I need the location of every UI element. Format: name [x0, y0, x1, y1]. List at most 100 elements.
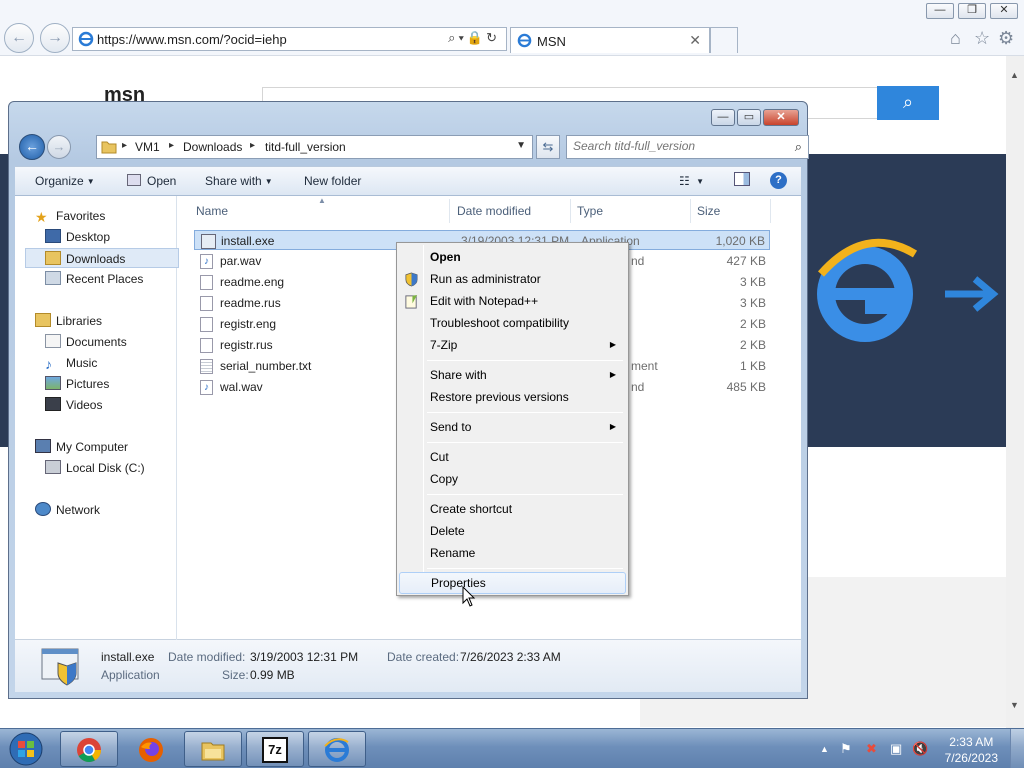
column-separator[interactable]	[770, 199, 771, 223]
menu-item-edit-notepad[interactable]: Edit with Notepad++	[399, 290, 626, 312]
ie-tab-msn[interactable]: MSN ✕	[510, 27, 710, 53]
breadcrumb-separator-icon[interactable]: ▸	[122, 140, 127, 151]
refresh-button[interactable]: ⇆	[536, 135, 560, 159]
view-options-icon[interactable]: ☷ ▼	[679, 174, 704, 188]
menu-item-rename[interactable]: Rename	[399, 542, 626, 564]
action-center-icon[interactable]: ⚑	[840, 741, 852, 757]
ie-new-tab-button[interactable]	[710, 27, 738, 53]
file-name: registr.eng	[220, 317, 277, 331]
msn-banner[interactable]	[805, 154, 1007, 447]
nav-documents[interactable]: Documents	[45, 332, 183, 352]
home-icon[interactable]: ⌂	[950, 28, 961, 49]
explorer-search-box[interactable]: ⌕	[566, 135, 809, 159]
volume-muted-icon[interactable]: 🔇	[912, 741, 928, 757]
explorer-close-button[interactable]: ✕	[763, 109, 799, 126]
share-with-button[interactable]: Share with ▼	[205, 174, 273, 188]
back-button[interactable]: ←	[19, 134, 45, 160]
column-header-name[interactable]: Name	[196, 204, 228, 218]
breadcrumb-downloads[interactable]: Downloads	[183, 140, 242, 154]
submenu-arrow-icon: ▶	[609, 370, 616, 379]
nav-my-computer[interactable]: My Computer	[35, 437, 173, 457]
menu-item-share-with[interactable]: Share with ▶	[399, 364, 626, 386]
ie-restore-button[interactable]: ❐	[958, 3, 986, 19]
column-header-size[interactable]: Size	[697, 204, 720, 218]
nav-network[interactable]: Network	[35, 500, 173, 520]
taskbar-file-explorer[interactable]	[184, 731, 242, 767]
menu-item-7zip[interactable]: 7-Zip ▶	[399, 334, 626, 356]
sort-arrow-icon: ▲	[318, 196, 326, 205]
breadcrumb-separator-icon[interactable]: ▸	[250, 140, 255, 151]
organize-button[interactable]: Organize ▼	[35, 174, 95, 188]
explorer-search-input[interactable]	[573, 139, 783, 153]
ie-minimize-button[interactable]: —	[926, 3, 954, 19]
forward-button[interactable]: →	[47, 135, 71, 159]
taskbar-7zip[interactable]: 7z	[246, 731, 304, 767]
menu-item-delete[interactable]: Delete	[399, 520, 626, 542]
nav-desktop[interactable]: Desktop	[45, 227, 183, 247]
column-separator[interactable]	[449, 199, 450, 223]
taskbar-firefox[interactable]	[122, 731, 180, 767]
ie-scrollbar[interactable]: ▲ ▼	[1006, 56, 1024, 728]
taskbar-internet-explorer[interactable]	[308, 731, 366, 767]
menu-item-copy[interactable]: Copy	[399, 468, 626, 490]
column-separator[interactable]	[690, 199, 691, 223]
breadcrumb-separator-icon[interactable]: ▸	[169, 140, 174, 151]
menu-item-run-as-admin[interactable]: Run as administrator	[399, 268, 626, 290]
edit-notepad-label: Edit with Notepad++	[430, 294, 539, 308]
ie-page-icon	[78, 31, 94, 47]
internet-explorer-logo-icon	[817, 238, 999, 342]
clock[interactable]: 2:33 AM 7/26/2023	[945, 734, 998, 766]
details-size-label: Size:	[222, 668, 249, 682]
taskbar-chrome[interactable]	[60, 731, 118, 767]
nav-downloads[interactable]: Downloads	[25, 248, 179, 268]
preview-pane-icon[interactable]	[734, 172, 750, 189]
scroll-down-icon[interactable]: ▼	[1010, 700, 1019, 710]
explorer-maximize-button[interactable]: ▭	[737, 109, 761, 126]
menu-item-properties[interactable]: Properties	[399, 572, 626, 594]
show-desktop-button[interactable]	[1010, 729, 1024, 768]
breadcrumb-vm1[interactable]: VM1	[135, 140, 160, 154]
address-dropdown-icon[interactable]: ▼	[516, 140, 526, 151]
ie-close-button[interactable]: ✕	[990, 3, 1018, 19]
explorer-address-bar[interactable]: ▸ VM1 ▸ Downloads ▸ titd-full_version ▼	[96, 135, 533, 159]
menu-item-send-to[interactable]: Send to ▶	[399, 416, 626, 438]
ie-forward-button[interactable]: →	[40, 23, 70, 53]
column-header-date[interactable]: Date modified	[457, 204, 531, 218]
nav-music[interactable]: ♪ Music	[45, 353, 183, 373]
ie-address-bar[interactable]: https://www.msn.com/?ocid=iehp ⌕▾🔒↻	[72, 27, 507, 51]
library-icon	[35, 313, 51, 327]
search-icon[interactable]: ⌕	[795, 139, 802, 155]
menu-item-open[interactable]: Open	[399, 246, 626, 268]
scroll-up-icon[interactable]: ▲	[1010, 70, 1019, 80]
menu-item-restore-versions[interactable]: Restore previous versions	[399, 386, 626, 408]
star-icon[interactable]: ☆	[974, 28, 990, 49]
explorer-minimize-button[interactable]: —	[711, 109, 735, 126]
show-hidden-icons-icon[interactable]: ▲	[820, 744, 829, 754]
column-separator[interactable]	[570, 199, 571, 223]
gear-icon[interactable]: ⚙	[998, 28, 1014, 49]
text-file-icon	[200, 359, 213, 374]
nav-videos[interactable]: Videos	[45, 395, 183, 415]
breadcrumb-current-folder[interactable]: titd-full_version	[265, 140, 346, 154]
msn-search-button[interactable]: ⌕	[877, 86, 939, 120]
ie-address-tools[interactable]: ⌕▾🔒↻	[448, 30, 500, 46]
menu-item-troubleshoot[interactable]: Troubleshoot compatibility	[399, 312, 626, 334]
network-icon[interactable]: ▣	[890, 741, 902, 757]
nav-favorites[interactable]: ★ Favorites	[35, 206, 173, 226]
nav-recent-places[interactable]: Recent Places	[45, 269, 183, 289]
open-button[interactable]: Open	[127, 174, 176, 188]
new-folder-button[interactable]: New folder	[304, 174, 361, 188]
start-button[interactable]	[4, 731, 48, 767]
menu-item-cut[interactable]: Cut	[399, 446, 626, 468]
explorer-nav-bar: ← → ▸ VM1 ▸ Downloads ▸ titd-full_versio…	[17, 132, 809, 162]
column-header-type[interactable]: Type	[577, 204, 603, 218]
nav-network-label: Network	[56, 503, 101, 517]
ie-back-button[interactable]: ←	[4, 23, 34, 53]
security-alert-icon[interactable]: ✖	[866, 741, 877, 757]
help-icon[interactable]: ?	[770, 172, 787, 189]
ie-tab-close-icon[interactable]: ✕	[689, 32, 701, 49]
nav-local-disk[interactable]: Local Disk (C:)	[45, 458, 183, 478]
nav-libraries[interactable]: Libraries	[35, 311, 173, 331]
nav-pictures[interactable]: Pictures	[45, 374, 183, 394]
menu-item-create-shortcut[interactable]: Create shortcut	[399, 498, 626, 520]
